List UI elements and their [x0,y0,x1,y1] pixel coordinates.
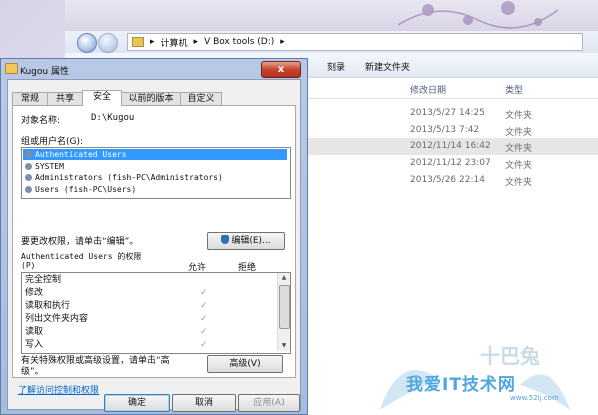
apply-button[interactable]: 应用(A) [238,394,300,412]
permission-row: 列出文件夹内容 ✓ [25,313,270,326]
watermark: 十巴兔 我爱IT技术网 www.52ij.com [370,330,598,415]
permission-name: 列出文件夹内容 [25,314,89,324]
user-name: SYSTEM [35,162,64,171]
user-name: Administrators (fish-PC\Administrators) [35,173,223,182]
permission-row: 读取和执行 ✓ [25,300,270,313]
watermark-url: www.52ij.com [510,394,559,402]
dialog-titlebar[interactable]: Kugou 属性 x [1,59,307,79]
watermark-brand: 十巴兔 [480,344,540,368]
object-name-value: D:\Kugou [91,113,135,123]
forward-button[interactable] [98,33,118,53]
user-name: Authenticated Users [35,150,127,159]
permission-name: 修改 [25,288,44,298]
breadcrumb-drive[interactable]: V Box tools (D:) [204,37,274,47]
file-date: 2013/5/13 7:42 [410,125,480,135]
allow-check-icon: ✓ [200,314,208,324]
column-modified-date[interactable]: 修改日期 [410,83,446,96]
user-group-icon [25,151,32,158]
file-type: 文件夹 [505,111,533,121]
scroll-down-icon[interactable]: ▼ [280,342,288,350]
user-group-icon [25,163,32,170]
breadcrumb-separator-icon: ▸ [150,37,155,47]
allow-check-icon: ✓ [200,301,208,311]
permissions-scrollbar[interactable]: ▲ ▼ [277,273,290,351]
permission-name: 读取 [25,327,44,337]
tab-customize[interactable]: 自定义 [180,92,222,105]
breadcrumb-separator-icon: ▸ [280,37,285,47]
user-group-icon [25,186,32,193]
permission-name: 读取和执行 [25,301,71,311]
user-item-authenticated-users[interactable]: Authenticated Users [23,149,287,160]
file-type: 文件夹 [505,161,533,171]
watermark-text: 我爱IT技术网 [406,375,516,395]
scroll-up-icon[interactable]: ▲ [280,274,288,282]
tab-strip: 常规 共享 安全 以前的版本 自定义 [8,90,300,106]
file-date: 2013/5/26 22:14 [410,175,485,185]
security-panel: 对象名称: D:\Kugou 组或用户名(G): Authenticated U… [12,105,296,378]
decorative-floral-pattern [398,1,558,29]
special-permissions-hint-cont: 级”。 [21,367,44,377]
breadcrumb-separator-icon: ▸ [193,37,199,47]
new-folder-button[interactable]: 新建文件夹 [365,60,410,73]
file-type: 文件夹 [505,178,533,188]
edit-button[interactable]: 编辑(E)... [207,232,285,250]
tab-general[interactable]: 常规 [12,92,48,105]
permission-row: 写入 ✓ [25,339,270,352]
permissions-label: Authenticated Users 的权限 [21,252,142,261]
breadcrumb-computer[interactable]: 计算机 [161,36,188,49]
allow-check-icon: ✓ [200,327,208,337]
file-date: 2012/11/14 16:42 [410,141,491,151]
allow-check-icon: ✓ [200,288,208,298]
user-item-system[interactable]: SYSTEM [23,161,287,172]
allow-check-icon: ✓ [200,340,208,350]
file-type: 文件夹 [505,144,533,154]
change-permissions-hint: 要更改权限，请单击“编辑”。 [21,237,139,247]
scrollbar-thumb[interactable] [279,285,290,329]
permission-row: 完全控制 [25,274,270,287]
advanced-button[interactable]: 高级(V) [207,355,283,373]
file-date: 2012/11/12 23:07 [410,158,491,168]
close-button[interactable]: x [261,61,301,78]
folder-icon [132,37,144,47]
ok-button[interactable]: 确定 [104,394,170,412]
tab-previous-versions[interactable]: 以前的版本 [121,92,181,105]
user-group-icon [25,174,32,181]
edit-button-label: 编辑(E)... [231,236,271,246]
users-list[interactable]: Authenticated Users SYSTEM Administrator… [21,147,291,199]
back-button[interactable] [77,33,97,53]
permissions-label-shortcut: (P) [21,261,36,270]
user-item-administrators[interactable]: Administrators (fish-PC\Administrators) [23,172,287,183]
folder-icon [5,63,18,74]
permission-name: 完全控制 [25,275,62,285]
file-date: 2013/5/27 14:25 [410,108,485,118]
dialog-body: 常规 共享 安全 以前的版本 自定义 对象名称: D:\Kugou 组或用户名(… [7,79,301,412]
group-users-label: 组或用户名(G): [21,137,84,147]
permission-name: 写入 [25,340,44,350]
file-type: 文件夹 [505,128,533,138]
permission-row: 修改 ✓ [25,287,270,300]
user-name: Users (fish-PC\Users) [35,185,137,194]
permission-row: 读取 ✓ [25,326,270,339]
permissions-list[interactable]: 完全控制 修改 ✓ 读取和执行 ✓ 列出文件夹内容 ✓ 读取 ✓ 写入 ✓ ▲ … [21,272,291,354]
object-name-label: 对象名称: [21,116,61,126]
address-field[interactable]: ▸ 计算机 ▸ V Box tools (D:) ▸ [127,33,583,51]
tab-security[interactable]: 安全 [82,90,122,106]
dialog-title: Kugou 属性 [20,67,69,77]
user-item-users[interactable]: Users (fish-PC\Users) [23,184,287,195]
properties-dialog: Kugou 属性 x 常规 共享 安全 以前的版本 自定义 对象名称: D:\K… [0,58,308,415]
dialog-footer: 确定 取消 应用(A) [8,394,300,412]
shield-icon [221,235,230,244]
address-bar-area: ▸ 计算机 ▸ V Box tools (D:) ▸ [65,31,598,54]
explorer-titlebar [65,0,598,31]
cancel-button[interactable]: 取消 [172,394,236,412]
column-type[interactable]: 类型 [505,83,523,96]
burn-button[interactable]: 刻录 [327,60,345,73]
tab-sharing[interactable]: 共享 [47,92,83,105]
